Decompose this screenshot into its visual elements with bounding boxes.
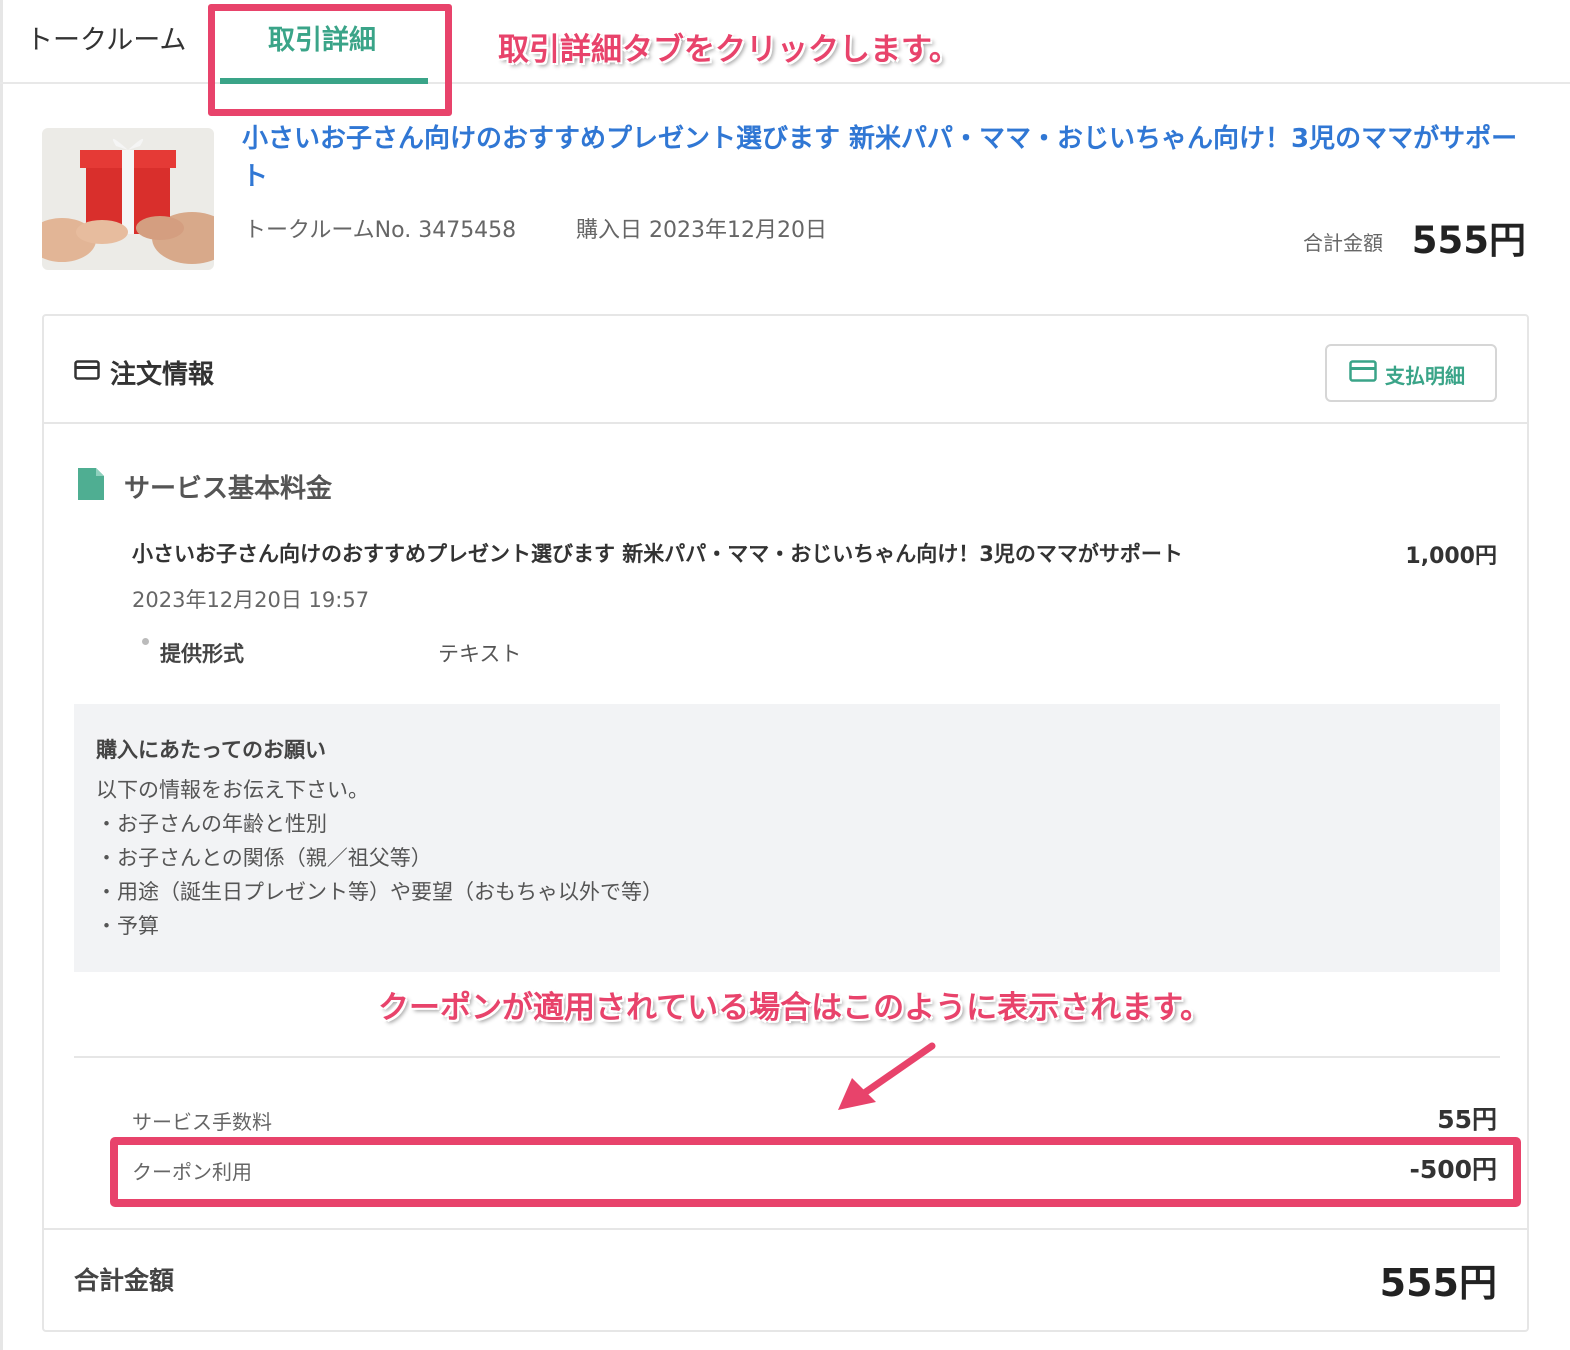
annotation-arrow-icon [830, 1040, 940, 1119]
total-amount-label: 合計金額 [74, 1266, 175, 1295]
header-total-label: 合計金額 [1303, 231, 1383, 255]
bullet-dot [142, 638, 149, 645]
service-fee-value: 55円 [1437, 1105, 1497, 1134]
credit-card-icon [1349, 360, 1377, 386]
product-thumbnail[interactable] [42, 128, 214, 270]
note-line: ・お子さんとの関係（親／祖父等） [96, 846, 432, 870]
service-fee-label: サービス手数料 [132, 1110, 272, 1134]
payment-details-button[interactable]: 支払明細 [1325, 344, 1497, 402]
coupon-hint-annotation: クーポンが適用されている場合はこのように表示されます。 [378, 990, 1211, 1026]
item-name: 小さいお子さん向けのおすすめプレゼント選びます 新米パパ・ママ・おじいちゃん向け… [132, 542, 1183, 566]
total-amount-value: 555円 [1379, 1261, 1497, 1305]
purchase-date: 購入日 2023年12月20日 [576, 218, 827, 243]
tab-highlight-box [208, 4, 452, 116]
payment-details-label: 支払明細 [1385, 364, 1465, 388]
tab-talkroom[interactable]: トークルーム [26, 18, 186, 57]
purchase-request-note: 購入にあたってのお願い 以下の情報をお伝え下さい。 ・お子さんの年齢と性別 ・お… [74, 704, 1500, 972]
note-line: ・お子さんの年齢と性別 [96, 812, 327, 836]
note-line: 以下の情報をお伝え下さい。 [96, 778, 369, 802]
note-line: ・予算 [96, 914, 159, 938]
left-border [0, 0, 3, 1350]
order-info-title: 注文情報 [110, 360, 215, 390]
talkroom-number: トークルームNo. 3475458 [244, 218, 517, 243]
service-base-fee-title: サービス基本料金 [124, 474, 333, 504]
item-datetime: 2023年12月20日 19:57 [132, 588, 370, 612]
document-icon [76, 466, 106, 506]
item-price: 1,000円 [1405, 544, 1497, 569]
product-title-link[interactable]: 小さいお子さん向けのおすすめプレゼント選びます 新米パパ・ママ・おじいちゃん向け… [242, 120, 1522, 196]
note-line: ・用途（誕生日プレゼント等）や要望（おもちゃ以外で等） [96, 880, 663, 904]
coupon-highlight-box [110, 1137, 1521, 1207]
divider [74, 1056, 1500, 1058]
header-total-value: 555円 [1411, 219, 1526, 262]
delivery-format-value: テキスト [438, 642, 522, 666]
credit-card-icon [74, 360, 100, 384]
note-title: 購入にあたってのお願い [96, 738, 326, 762]
delivery-format-label: 提供形式 [160, 642, 244, 666]
divider [44, 1228, 1527, 1230]
order-info-header: 注文情報 支払明細 [44, 316, 1527, 424]
tab-hint-annotation: 取引詳細タブをクリックします。 [498, 32, 960, 68]
